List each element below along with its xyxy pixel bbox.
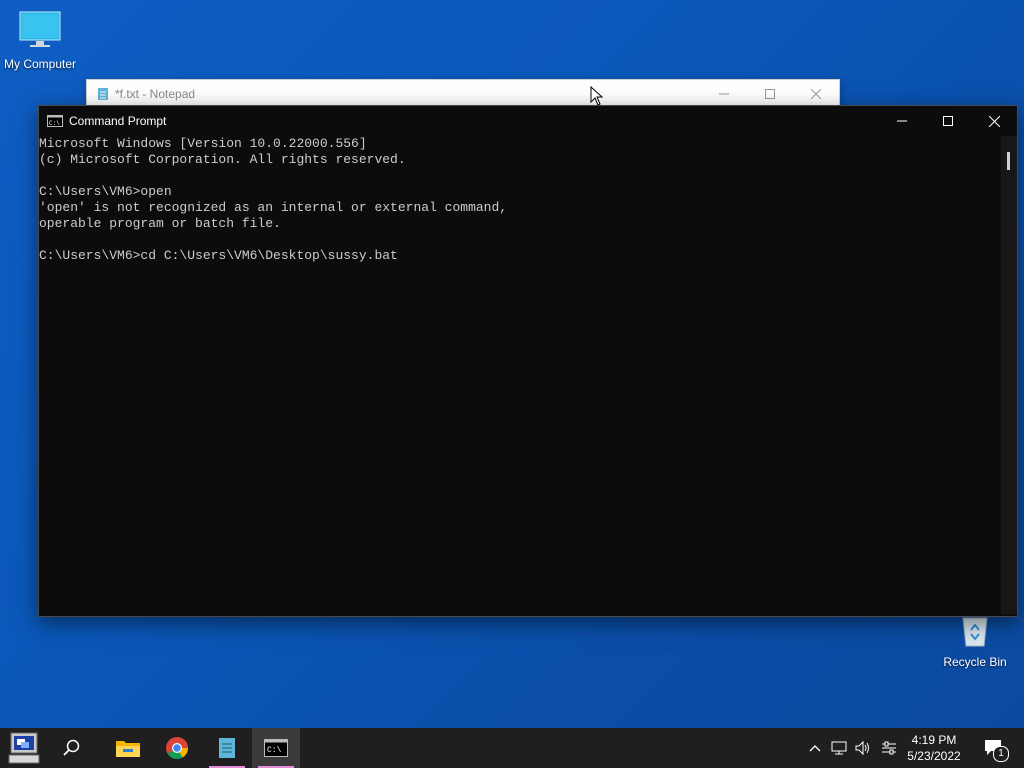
- tray-network[interactable]: [828, 728, 850, 768]
- taskbar-chrome[interactable]: [153, 728, 201, 768]
- tray-volume[interactable]: [852, 728, 874, 768]
- taskbar: C:\ 4:19 PM 5/23/2022 1: [0, 728, 1024, 768]
- console-line: (c) Microsoft Corporation. All rights re…: [39, 152, 406, 167]
- action-center-button[interactable]: 1: [976, 728, 1016, 768]
- search-icon: [63, 739, 80, 756]
- svg-text:C:\: C:\: [267, 746, 282, 755]
- minimize-icon: [897, 120, 907, 122]
- sliders-icon: [882, 741, 896, 755]
- svg-text:C:\: C:\: [49, 120, 60, 127]
- terminal-icon: C:\: [264, 739, 288, 757]
- console-command-line[interactable]: C:\Users\VM6>cd C:\Users\VM6\Desktop\sus…: [39, 248, 999, 264]
- taskbar-notepad[interactable]: [203, 728, 251, 768]
- tray-overflow-button[interactable]: [806, 728, 824, 768]
- console-output[interactable]: Microsoft Windows [Version 10.0.22000.55…: [39, 136, 999, 614]
- clock-time: 4:19 PM: [911, 733, 957, 747]
- console-line: operable program or batch file.: [39, 216, 281, 231]
- notepad-icon: [98, 88, 108, 100]
- notepad-minimize-button[interactable]: [701, 80, 747, 108]
- scrollbar-thumb[interactable]: [1007, 152, 1010, 170]
- notification-badge: 1: [993, 746, 1009, 762]
- cmd-close-button[interactable]: [971, 106, 1017, 136]
- console-scrollbar[interactable]: [1001, 136, 1017, 614]
- maximize-icon: [943, 116, 953, 126]
- cmd-minimize-button[interactable]: [879, 106, 925, 136]
- search-button[interactable]: [48, 728, 96, 768]
- terminal-icon: C:\: [47, 115, 63, 127]
- cmd-maximize-button[interactable]: [925, 106, 971, 136]
- cmd-title: Command Prompt: [69, 114, 167, 128]
- tray-settings[interactable]: [878, 728, 900, 768]
- console-line: Microsoft Windows [Version 10.0.22000.55…: [39, 136, 367, 151]
- network-icon: [831, 741, 847, 755]
- console-line: 'open' is not recognized as an internal …: [39, 200, 508, 215]
- desktop-icon-recycle-bin[interactable]: Recycle Bin: [935, 612, 1015, 669]
- maximize-icon: [765, 89, 775, 99]
- speaker-icon: [855, 740, 869, 756]
- mouse-cursor-icon: [590, 86, 604, 106]
- taskbar-command-prompt[interactable]: C:\: [252, 728, 300, 768]
- close-icon: [988, 115, 1000, 127]
- minimize-icon: [719, 93, 729, 95]
- notepad-close-button[interactable]: [793, 80, 839, 108]
- taskbar-clock[interactable]: 4:19 PM 5/23/2022: [902, 732, 966, 764]
- monitor-icon: [19, 11, 61, 47]
- chevron-up-icon: [809, 745, 821, 752]
- notepad-maximize-button[interactable]: [747, 80, 793, 108]
- close-icon: [811, 89, 821, 99]
- taskbar-file-explorer[interactable]: [104, 728, 152, 768]
- desktop-icon-label: My Computer: [3, 57, 77, 71]
- cmd-titlebar[interactable]: C:\ Command Prompt: [39, 106, 1017, 136]
- recycle-bin-icon: [962, 617, 988, 647]
- windows-start-icon: [8, 732, 40, 764]
- start-button[interactable]: [0, 728, 48, 768]
- chrome-icon: [166, 737, 188, 759]
- desktop-icon-label: Recycle Bin: [943, 655, 1007, 669]
- folder-icon: [116, 741, 140, 757]
- notepad-icon: [219, 738, 235, 758]
- command-prompt-window[interactable]: C:\ Command Prompt Microsoft Windows [Ve…: [38, 105, 1018, 617]
- desktop-icon-my-computer[interactable]: My Computer: [0, 10, 80, 71]
- clock-date: 5/23/2022: [907, 749, 961, 763]
- notepad-title: *f.txt - Notepad: [115, 87, 196, 101]
- console-line: C:\Users\VM6>open: [39, 184, 172, 199]
